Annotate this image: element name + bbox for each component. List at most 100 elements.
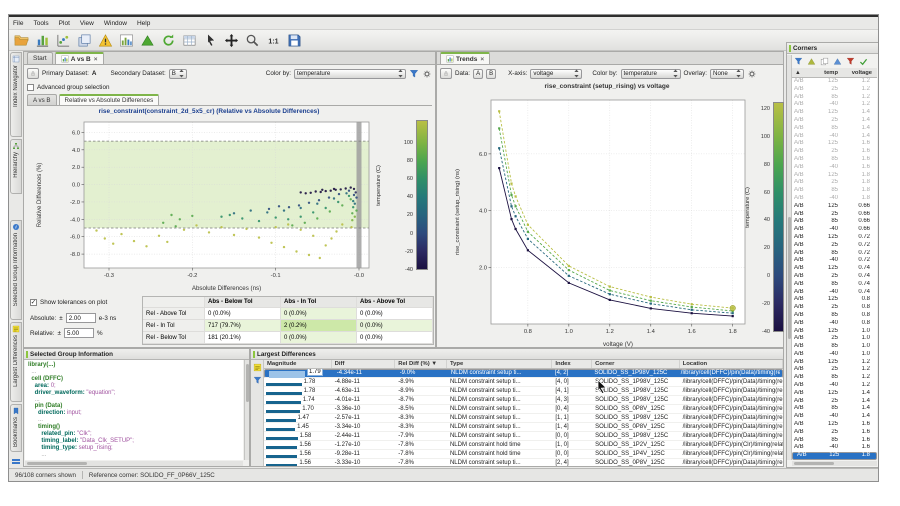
corner-row[interactable]: A/B 25 1.0 <box>792 335 877 343</box>
rail-tab-selected-group-information[interactable]: i Selected Group Information <box>10 220 22 320</box>
show-tolerances-checkbox[interactable]: ✓ <box>30 299 37 306</box>
tab-trends[interactable]: Trends × <box>440 52 491 64</box>
ld-col-magnitude[interactable]: Magnitude <box>264 360 332 368</box>
corners-horizontal-scrollbar[interactable] <box>792 461 877 466</box>
subtab-a-vs-b[interactable]: A vs B <box>27 94 57 105</box>
corner-row[interactable]: A/B 25 1.2 <box>792 366 877 374</box>
ld-row[interactable]: 1.56 -1.27e-10 -7.8% NLDM constraint hold t… <box>264 441 783 450</box>
trends-colorby-select[interactable]: temperature <box>620 68 681 79</box>
open-icon[interactable] <box>13 32 30 49</box>
corner-row[interactable]: A/B -40 1.8 <box>792 195 877 203</box>
ld-col-corner[interactable]: Corner <box>592 360 680 368</box>
corner-row[interactable]: A/B 85 1.2 <box>792 374 877 382</box>
corner-row[interactable]: A/B 125 0.72 <box>792 234 877 242</box>
rail-tab-hierarchy[interactable]: Hierarchy <box>10 139 22 194</box>
check-icon[interactable] <box>858 57 868 67</box>
zoom-icon[interactable] <box>244 32 261 49</box>
corner-row[interactable]: A/B 85 1.4 <box>792 125 877 133</box>
tab-a-vs-b[interactable]: A vs B × <box>54 52 104 64</box>
corner-row[interactable]: A/B 85 1.6 <box>792 156 877 164</box>
corner-row[interactable]: A/B 85 1.4 <box>792 405 877 413</box>
corner-row[interactable]: A/B 85 1.8 <box>792 187 877 195</box>
save-icon[interactable] <box>286 32 303 49</box>
ld-row[interactable]: 1.45 -3.34e-10 -8.3% NLDM constraint setup … <box>264 423 783 432</box>
corner-row[interactable]: A/B -40 1.4 <box>792 133 877 141</box>
green-triangle-icon[interactable] <box>139 32 156 49</box>
corner-row[interactable]: A/B 85 0.66 <box>792 218 877 226</box>
group-info-hscrollbar[interactable] <box>25 461 243 466</box>
corner-row[interactable]: A/B -40 1.2 <box>792 101 877 109</box>
absolute-tolerance-input[interactable] <box>65 313 96 323</box>
ld-row[interactable]: 1.78 -4.63e-11 -8.9% NLDM constraint setup … <box>264 387 783 396</box>
sort-asc-icon[interactable]: ▲ <box>792 70 810 76</box>
corner-row[interactable]: A/B -40 0.74 <box>792 289 877 297</box>
pan-icon[interactable] <box>223 32 240 49</box>
ld-row[interactable]: 1.79 -4.34e-11 -9.0% NLDM constraint setup … <box>264 369 783 378</box>
ld-col-location[interactable]: Location <box>680 360 783 368</box>
cursor-icon[interactable] <box>202 32 219 49</box>
corner-row[interactable]: A/B 125 1.2 <box>792 78 877 86</box>
bar-chart-icon[interactable] <box>34 32 51 49</box>
ld-row[interactable]: 1.56 -9.28e-11 -7.8% NLDM constraint hold t… <box>264 450 783 459</box>
subtab-rel-vs-abs[interactable]: Relative vs Absolute Differences <box>58 94 160 105</box>
refresh-icon[interactable] <box>160 32 177 49</box>
warning-filter-icon[interactable] <box>806 57 816 67</box>
close-icon[interactable]: × <box>480 56 484 63</box>
corner-row[interactable]: A/B 25 0.74 <box>792 273 877 281</box>
corner-row[interactable]: A/B 85 1.6 <box>792 437 877 445</box>
corner-row[interactable]: A/B 25 0.66 <box>792 211 877 219</box>
ld-row[interactable]: 1.56 -3.33e-10 -7.8% NLDM constraint setup … <box>264 459 783 466</box>
menu-window[interactable]: Window <box>104 20 127 27</box>
lock-icon[interactable] <box>440 68 452 79</box>
ld-row[interactable]: 1.74 -4.01e-11 -8.7% NLDM constraint setup … <box>264 396 783 405</box>
overlay-select[interactable]: None <box>710 68 744 79</box>
close-icon[interactable]: × <box>94 56 98 63</box>
largest-differences-column-header[interactable]: Magnitude Diff Rel Diff (%) ▼ Type Index Corn… <box>264 360 783 369</box>
trends-plot[interactable]: 0.8 1.0 1.2 1.4 1.6 1.8 2.0 4.0 6.0 voltage (V) ri… <box>451 94 751 350</box>
corner-row[interactable]: A/B 25 1.6 <box>792 148 877 156</box>
corner-row[interactable]: A/B 85 1.2 <box>792 94 877 102</box>
corner-row[interactable]: A/B -40 1.0 <box>792 351 877 359</box>
gear-icon[interactable] <box>422 69 432 79</box>
corner-row[interactable]: A/B 25 1.6 <box>792 429 877 437</box>
warning-triangle-icon[interactable] <box>97 32 114 49</box>
corner-row[interactable]: A/B -40 1.6 <box>792 444 877 452</box>
dataset-b-button[interactable]: B <box>486 68 497 79</box>
avsb-scatter-plot[interactable]: -0.3 -0.2 -0.1 -0.0 6.0 4.0 2.0 0.0 -2.0 -4.0 -6.0… <box>32 116 377 294</box>
ld-col-type[interactable]: Type <box>447 360 553 368</box>
layers-icon[interactable] <box>76 32 93 49</box>
ld-col-index[interactable]: Index <box>552 360 593 368</box>
ld-row[interactable]: 1.47 -2.57e-11 -8.3% NLDM constraint setup … <box>264 414 783 423</box>
menu-help[interactable]: Help <box>137 20 150 27</box>
ld-col-diff[interactable]: Diff <box>332 360 396 368</box>
largest-differences-icon[interactable] <box>252 362 262 372</box>
corner-row[interactable]: A/B 25 1.2 <box>792 86 877 94</box>
tab-start[interactable]: Start <box>27 52 53 64</box>
advanced-group-checkbox[interactable] <box>27 84 34 91</box>
secondary-dataset-select[interactable]: B <box>168 68 187 79</box>
corner-row[interactable]: A/B 125 0.66 <box>792 203 877 211</box>
corner-row[interactable]: A/B 85 0.8 <box>792 312 877 320</box>
corner-row[interactable]: A/B -40 1.2 <box>792 382 877 390</box>
corner-row[interactable]: A/B -40 0.8 <box>792 320 877 328</box>
corners-column-header[interactable]: ▲ temp voltage <box>792 68 877 78</box>
corner-row[interactable]: A/B -40 0.66 <box>792 226 877 234</box>
ld-row[interactable]: 1.70 -3.36e-10 -8.5% NLDM constraint setup … <box>264 405 783 414</box>
ld-row[interactable]: 1.58 -2.44e-11 -7.9% NLDM constraint setup … <box>264 432 783 441</box>
corner-row[interactable]: A/B 125 1.4 <box>792 390 877 398</box>
colorby-select[interactable]: temperature <box>294 68 406 79</box>
filter-icon[interactable] <box>409 69 419 79</box>
corner-row[interactable]: A/B 125 1.6 <box>792 421 877 429</box>
xaxis-select[interactable]: voltage <box>530 68 583 79</box>
rail-tab-largest-differences[interactable]: Largest Differences <box>10 322 22 402</box>
corner-row[interactable]: A/B 125 1.4 <box>792 109 877 117</box>
corner-row[interactable]: A/B 85 0.72 <box>792 250 877 258</box>
corner-row[interactable]: A/B 125 1.8 <box>792 452 877 460</box>
relative-tolerance-input[interactable] <box>63 328 94 338</box>
corner-row[interactable]: A/B 25 1.4 <box>792 117 877 125</box>
group-info-vscrollbar[interactable] <box>244 360 249 460</box>
filter-icon[interactable] <box>793 57 803 67</box>
gear-icon[interactable] <box>747 69 757 79</box>
corner-row[interactable]: A/B -40 1.4 <box>792 413 877 421</box>
one-to-one-icon[interactable]: 1:1 <box>265 32 282 49</box>
